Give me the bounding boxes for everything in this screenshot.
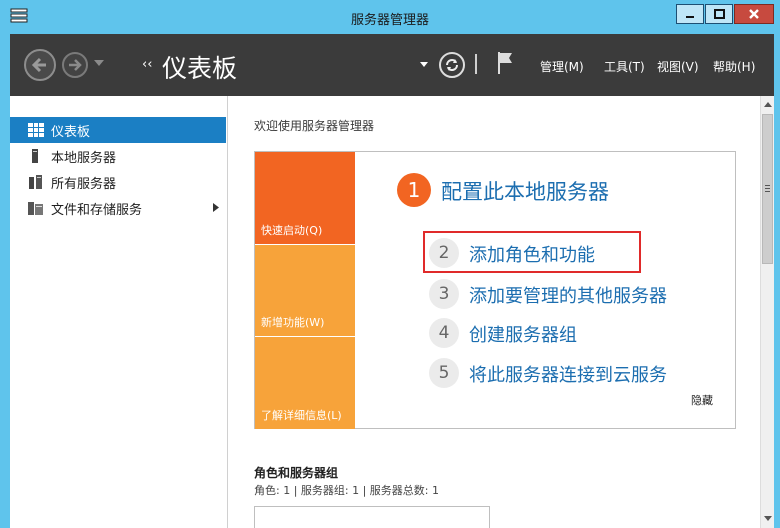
sidebar-item-label: 文件和存储服务 — [51, 202, 143, 218]
sidebar-item-label: 所有服务器 — [51, 176, 117, 192]
grip-icon — [765, 185, 770, 192]
tile-label: 了解详细信息(L) — [261, 409, 342, 422]
maximize-button[interactable] — [705, 4, 733, 24]
sidebar-item-local-server[interactable]: 本地服务器 — [10, 143, 226, 169]
close-icon — [749, 9, 759, 19]
breadcrumb-title: 仪表板 — [162, 54, 238, 83]
servers-icon — [29, 175, 42, 189]
maximize-icon — [713, 9, 725, 19]
window-frame: 服务器管理器 ‹‹ 仪表板 管理(M) 工具(T) 视图(V) 帮助(H) 仪表… — [0, 0, 780, 528]
sidebar: 仪表板 本地服务器 所有服务器 文件和存储服务 — [10, 96, 228, 528]
scroll-thumb[interactable] — [762, 114, 773, 264]
scroll-down-icon — [763, 515, 772, 521]
chevron-right-icon[interactable] — [213, 203, 219, 212]
scroll-up-icon — [763, 101, 772, 107]
notifications-flag-icon[interactable] — [496, 51, 514, 75]
back-arrow-icon — [31, 57, 46, 73]
welcome-title: 欢迎使用服务器管理器 — [254, 119, 375, 133]
roles-summary: 角色: 1 | 服务器组: 1 | 服务器总数: 1 — [254, 484, 440, 497]
tile-learn-more[interactable]: 了解详细信息(L) — [255, 337, 355, 429]
step-link-label[interactable]: 添加要管理的其他服务器 — [469, 282, 667, 308]
sidebar-item-label: 仪表板 — [51, 124, 91, 140]
dashboard-grid-icon — [28, 123, 44, 137]
forward-button[interactable] — [62, 52, 88, 78]
step-number-badge: 1 — [397, 173, 431, 207]
step-link-configure-local-server[interactable]: 配置此本地服务器 — [441, 176, 609, 206]
close-button[interactable] — [734, 4, 774, 24]
menu-help[interactable]: 帮助(H) — [713, 58, 755, 75]
history-dropdown-icon[interactable] — [94, 60, 104, 66]
step-link-label[interactable]: 创建服务器组 — [469, 321, 577, 347]
tile-whats-new[interactable]: 新增功能(W) — [255, 245, 355, 336]
minimize-button[interactable] — [676, 4, 704, 24]
toolbar: ‹‹ 仪表板 管理(M) 工具(T) 视图(V) 帮助(H) — [10, 34, 774, 96]
refresh-icon — [446, 59, 458, 71]
tile-quick-start[interactable]: 快速启动(Q) — [255, 152, 355, 244]
scroll-down-button[interactable] — [761, 510, 774, 526]
roles-tile[interactable] — [254, 506, 490, 528]
scroll-up-button[interactable] — [761, 96, 774, 112]
hide-link[interactable]: 隐藏 — [691, 392, 713, 408]
back-button[interactable] — [24, 49, 56, 81]
roles-section-title: 角色和服务器组 — [254, 466, 339, 480]
step-number-badge: 4 — [429, 318, 459, 348]
menu-manage[interactable]: 管理(M) — [540, 58, 584, 75]
minimize-icon — [686, 16, 694, 18]
tile-label: 快速启动(Q) — [261, 224, 323, 237]
refresh-button[interactable] — [439, 52, 465, 78]
forward-arrow-icon — [69, 59, 82, 71]
step-number-badge: 5 — [429, 358, 459, 388]
storage-icon — [28, 202, 43, 215]
quick-start-panel: 快速启动(Q) 新增功能(W) 了解详细信息(L) 1 配置此本地服务器 2 添… — [254, 151, 736, 429]
step-link-label[interactable]: 将此服务器连接到云服务 — [469, 361, 667, 387]
sidebar-item-label: 本地服务器 — [51, 150, 117, 166]
menu-view[interactable]: 视图(V) — [657, 58, 699, 75]
tile-label: 新增功能(W) — [261, 316, 325, 329]
sidebar-item-all-servers[interactable]: 所有服务器 — [10, 169, 226, 195]
menu-tools[interactable]: 工具(T) — [604, 58, 645, 75]
sidebar-item-file-storage[interactable]: 文件和存储服务 — [10, 195, 226, 221]
main-content: 欢迎使用服务器管理器 快速启动(Q) 新增功能(W) 了解详细信息(L) 1 配… — [228, 96, 760, 528]
server-icon — [32, 149, 38, 163]
highlight-box — [423, 231, 641, 273]
toolbar-separator — [475, 54, 477, 74]
breadcrumb-arrow: ‹‹ — [142, 57, 153, 72]
breadcrumb-dropdown-icon[interactable] — [420, 62, 428, 67]
step-number-badge: 3 — [429, 279, 459, 309]
title-bar: 服务器管理器 — [0, 0, 780, 32]
vertical-scrollbar[interactable] — [760, 96, 774, 528]
window-title: 服务器管理器 — [350, 13, 429, 28]
sidebar-item-dashboard[interactable]: 仪表板 — [10, 117, 226, 143]
